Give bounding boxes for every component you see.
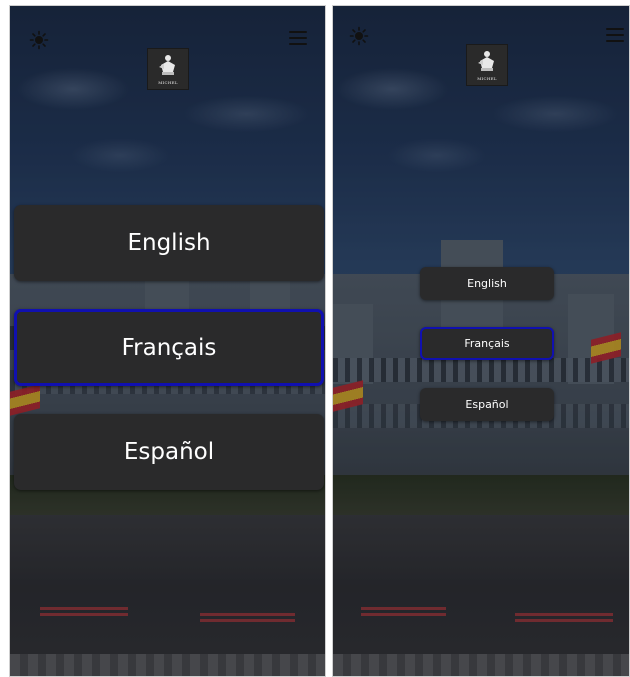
app-logo: MICHEL [466,44,508,86]
phone-screen-right: MICHEL English Français Español [332,5,630,677]
language-button-spanish[interactable]: Español [420,388,554,421]
sun-icon[interactable] [27,28,51,52]
language-button-english[interactable]: English [420,267,554,300]
phone-screen-left: MICHEL English Français Español [9,5,326,677]
app-logo: MICHEL [147,48,189,90]
menu-icon[interactable] [606,28,624,42]
language-button-english[interactable]: English [14,205,324,281]
language-button-french[interactable]: Français [14,309,324,386]
language-button-spanish[interactable]: Español [14,414,324,490]
logo-text: MICHEL [477,76,497,81]
logo-text: MICHEL [158,80,178,85]
sun-icon[interactable] [347,24,371,48]
language-button-french[interactable]: Français [420,327,554,360]
menu-icon[interactable] [289,31,307,45]
